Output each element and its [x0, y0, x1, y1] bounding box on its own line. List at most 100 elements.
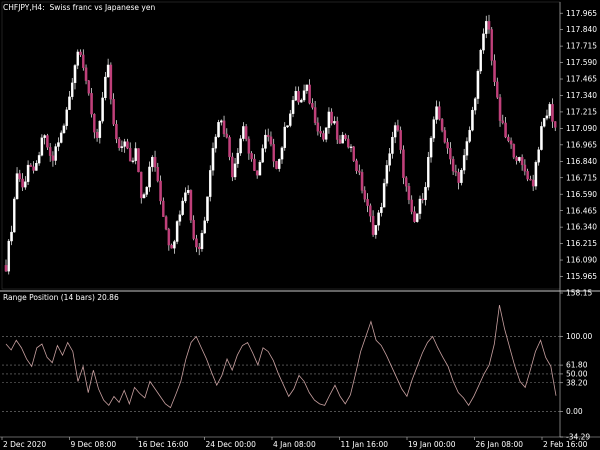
candle-body	[68, 96, 71, 110]
candle-body	[142, 194, 146, 199]
price-tick-label: 115.965	[566, 272, 597, 281]
candle-body	[131, 160, 135, 162]
chart-canvas[interactable]: 117.965 117.840 117.715 117.590 117.465 117.3…	[0, 0, 600, 450]
price-tick-label: 116.840	[566, 157, 597, 166]
candle-body	[482, 33, 485, 51]
candle-body	[300, 99, 303, 103]
chart-window: 117.965 117.840 117.715 117.590 117.465 117.3…	[0, 0, 600, 450]
candle-body	[529, 178, 532, 181]
candle-body	[421, 198, 425, 201]
candle-body	[324, 127, 328, 140]
candle-body	[388, 153, 391, 166]
candle-body	[308, 84, 311, 104]
price-tick-label: 117.090	[566, 124, 597, 133]
candle-body	[341, 134, 344, 144]
candle-body	[415, 213, 419, 222]
indicator-title: Range Position (14 bars) 20.86	[3, 293, 119, 302]
candle-body	[302, 90, 306, 101]
candle-body	[424, 186, 427, 201]
candle-body	[203, 220, 206, 234]
candle-body	[62, 125, 66, 134]
candle-body	[126, 141, 129, 149]
candle-body	[18, 173, 22, 180]
candle-body	[95, 132, 99, 138]
candle-body	[407, 186, 411, 201]
candle-body	[65, 109, 68, 126]
candle-body	[473, 98, 477, 111]
candle-body	[280, 147, 284, 160]
candle-body	[385, 165, 389, 184]
candle-body	[432, 119, 436, 139]
candle-body	[242, 126, 245, 139]
candle-body	[435, 106, 438, 120]
candle-body	[520, 157, 524, 166]
candle-body	[553, 121, 557, 128]
candle-body	[236, 152, 240, 164]
candle-body	[484, 21, 488, 34]
candle-body	[526, 171, 529, 180]
candle-body	[255, 170, 259, 176]
candle-body	[79, 51, 82, 56]
candle-body	[153, 156, 157, 168]
price-tick-label: 116.340	[566, 223, 597, 232]
candle-body	[139, 171, 143, 199]
indicator-pane[interactable]	[2, 304, 560, 412]
candle-body	[250, 153, 253, 160]
candle-body	[15, 173, 19, 200]
candle-body	[515, 157, 518, 161]
price-tick-label: 117.965	[566, 9, 597, 18]
candle-body	[335, 121, 339, 140]
candle-body	[346, 138, 350, 148]
candle-body	[377, 212, 380, 226]
candle-body	[360, 172, 364, 191]
indicator-tick-label: 158.15	[566, 289, 592, 298]
candle-body	[330, 111, 333, 124]
candle-body	[225, 133, 229, 138]
time-tick-label: 16 Dec 16:00	[138, 440, 189, 449]
candle-body	[115, 124, 118, 140]
candle-body	[454, 170, 458, 173]
candle-body	[313, 107, 317, 123]
candle-body	[269, 136, 273, 145]
candle-body	[487, 21, 491, 30]
candle-body	[253, 158, 256, 171]
candle-body	[120, 146, 124, 149]
candle-body	[197, 246, 201, 250]
price-tick-label: 116.715	[566, 173, 597, 182]
candle-body	[283, 126, 287, 148]
candle-body	[540, 126, 543, 150]
candle-body	[316, 122, 320, 132]
candle-body	[128, 148, 132, 162]
candle-body	[277, 159, 281, 169]
candle-body	[159, 180, 162, 202]
candle-body	[200, 232, 204, 250]
candle-body	[542, 118, 546, 127]
candle-body	[369, 205, 372, 217]
candle-body	[37, 155, 41, 164]
price-tick-label: 117.465	[566, 75, 597, 84]
candle-body	[211, 148, 215, 171]
candle-body	[509, 140, 513, 145]
candle-body	[551, 104, 554, 122]
candle-body	[184, 192, 187, 202]
candle-body	[48, 147, 52, 156]
symbol-description: Swiss franc vs Japanese yen	[49, 3, 156, 12]
candle-body	[145, 186, 149, 195]
timeframe-label: H4:	[31, 3, 45, 12]
time-tick-label: 2 Feb 16:00	[543, 440, 588, 449]
price-tick-label: 117.840	[566, 25, 597, 34]
candle-body	[382, 183, 386, 208]
candle-body	[275, 161, 278, 169]
candle-body	[82, 54, 85, 68]
candle-body	[311, 103, 314, 108]
price-pane[interactable]	[0, 1, 600, 292]
candle-body	[429, 137, 433, 158]
price-tick-label: 117.215	[566, 108, 597, 117]
candle-body	[4, 265, 8, 272]
candle-body	[214, 136, 218, 149]
candle-body	[40, 137, 44, 156]
indicator-tick-label: 38.20	[566, 378, 588, 387]
candle-body	[297, 91, 300, 103]
candle-body	[498, 97, 502, 121]
candle-body	[98, 121, 102, 138]
